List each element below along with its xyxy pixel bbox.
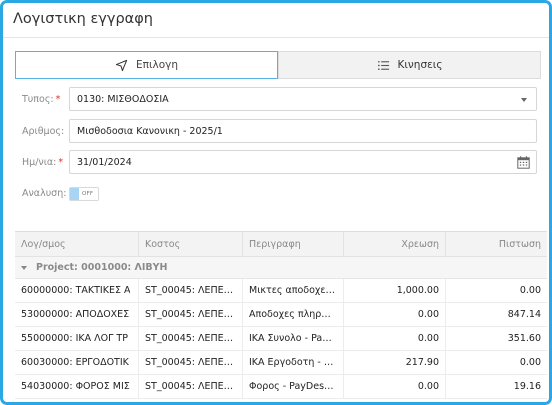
entries-grid: Λογ/σμος Κοστος Περιγραφη Χρεωση Πιστωση… — [15, 231, 547, 402]
cell-credit: 0.00 — [519, 357, 541, 368]
number-label: Αριθμος: — [22, 125, 65, 137]
column-header-credit[interactable]: Πιστωση — [446, 232, 547, 256]
cell-debit: 1,000.00 — [344, 279, 446, 302]
date-input[interactable]: 31/01/2024 — [69, 150, 537, 174]
cell-cost: ST_00045: ΛΕΠΕΝΟ... — [139, 279, 243, 302]
date-row: Ημ/νια: * — [22, 150, 69, 174]
tab-movements[interactable]: Κινησεις — [278, 51, 541, 79]
toggle-knob — [70, 188, 79, 200]
analysis-label: Αναλυση: — [22, 188, 67, 199]
column-header-account[interactable]: Λογ/σμος — [15, 232, 139, 256]
table-row[interactable]: 55000000: ΙΚΑ ΛΟΓ ΤΡ ST_00045: ΛΕΠΕΝΟ...… — [15, 327, 547, 351]
type-row: Τυπος: * — [22, 87, 69, 111]
cell-debit: 217.90 — [344, 351, 446, 374]
cell-account: 53000000: ΑΠΟΔΟΧΕΣ — [15, 303, 139, 326]
calendar-icon[interactable] — [517, 156, 530, 169]
title-divider — [3, 37, 549, 38]
required-marker: * — [55, 93, 61, 105]
table-row[interactable]: 60030000: ΕΡΓΟΔΟΤΙΚ ST_00045: ΛΕΠΕΝΟ... … — [15, 351, 547, 375]
cell-description: ΙΚΑ Συνολο - PayD... — [243, 327, 344, 350]
cell-cost: ST_00045: ΛΕΠΕΝΟ... — [139, 303, 243, 326]
type-select[interactable]: 0130: ΜΙΣΘΟΔΟΣΙΑ — [69, 87, 537, 111]
list-icon — [376, 58, 390, 72]
tab-bar: Επιλογη Κινησεις — [15, 51, 541, 79]
cell-account: 60030000: ΕΡΓΟΔΟΤΙΚ — [15, 351, 139, 374]
column-header-cost[interactable]: Κοστος — [139, 232, 243, 256]
analysis-toggle[interactable]: OFF — [69, 187, 99, 201]
number-input[interactable]: Μισθοδοσια Κανονικη - 2025/1 — [69, 119, 537, 143]
grid-header: Λογ/σμος Κοστος Περιγραφη Χρεωση Πιστωση — [15, 232, 547, 257]
cell-cost: ST_00045: ΛΕΠΕΝΟ... — [139, 351, 243, 374]
dialog-window: Λογιστικη εγγραφη Επιλογη Κινησεις Τυπος… — [0, 0, 552, 405]
cell-cost: ST_00045: ΛΕΠΕΝΟ... — [139, 327, 243, 350]
toggle-state-text: OFF — [82, 191, 94, 197]
collapse-caret-icon[interactable] — [21, 265, 27, 270]
table-row[interactable]: 53000000: ΑΠΟΔΟΧΕΣ ST_00045: ΛΕΠΕΝΟ... Α… — [15, 303, 547, 327]
tab-movements-label: Κινησεις — [397, 59, 443, 71]
column-header-description[interactable]: Περιγραφη — [243, 232, 344, 256]
type-value: 0130: ΜΙΣΘΟΔΟΣΙΑ — [77, 93, 169, 105]
cell-description: Μικτες αποδοχες -... — [243, 279, 344, 302]
cell-description: ΙΚΑ Εργοδοτη - Pa... — [243, 351, 344, 374]
cell-debit: 0.00 — [344, 375, 446, 398]
send-arrow-icon — [115, 58, 129, 72]
cell-description: Αποδοχες πληρωτ... — [243, 303, 344, 326]
analysis-row: Αναλυση: — [22, 186, 69, 201]
date-label: Ημ/νια: * — [22, 156, 64, 168]
table-row[interactable]: 54030000: ΦΟΡΟΣ ΜΙΣ ST_00045: ΛΕΠΕΝΟ... … — [15, 375, 547, 399]
cell-debit: 0.00 — [344, 327, 446, 350]
column-header-debit[interactable]: Χρεωση — [344, 232, 446, 256]
cell-cost: ST_00045: ΛΕΠΕΝΟ... — [139, 375, 243, 398]
group-label: Project: 0001000: ΛΙΒΥΗ — [36, 262, 168, 273]
cell-description: Φορος - PayDescTa... — [243, 375, 344, 398]
table-row[interactable]: 60000000: ΤΑΚΤΙΚΕΣ Α ST_00045: ΛΕΠΕΝΟ...… — [15, 279, 547, 303]
cell-account: 55000000: ΙΚΑ ΛΟΓ ΤΡ — [15, 327, 139, 350]
cell-debit: 0.00 — [344, 303, 446, 326]
date-value: 31/01/2024 — [77, 156, 132, 168]
cell-credit: 847.14 — [507, 309, 541, 320]
cell-credit: 0.00 — [519, 285, 541, 296]
type-label: Τυπος: * — [22, 93, 61, 105]
chevron-down-icon[interactable] — [521, 98, 527, 102]
number-value: Μισθοδοσια Κανονικη - 2025/1 — [77, 125, 223, 137]
tab-selection-label: Επιλογη — [135, 59, 178, 71]
number-row: Αριθμος: — [22, 119, 69, 143]
cell-credit: 351.60 — [507, 333, 541, 344]
tab-selection[interactable]: Επιλογη — [15, 51, 278, 79]
cell-account: 54030000: ΦΟΡΟΣ ΜΙΣ — [15, 375, 139, 398]
cell-account: 60000000: ΤΑΚΤΙΚΕΣ Α — [15, 279, 139, 302]
group-row-project[interactable]: Project: 0001000: ΛΙΒΥΗ — [15, 257, 547, 279]
dialog-title: Λογιστικη εγγραφη — [13, 11, 153, 27]
cell-credit: 19.16 — [513, 381, 541, 392]
required-marker: * — [58, 156, 64, 168]
